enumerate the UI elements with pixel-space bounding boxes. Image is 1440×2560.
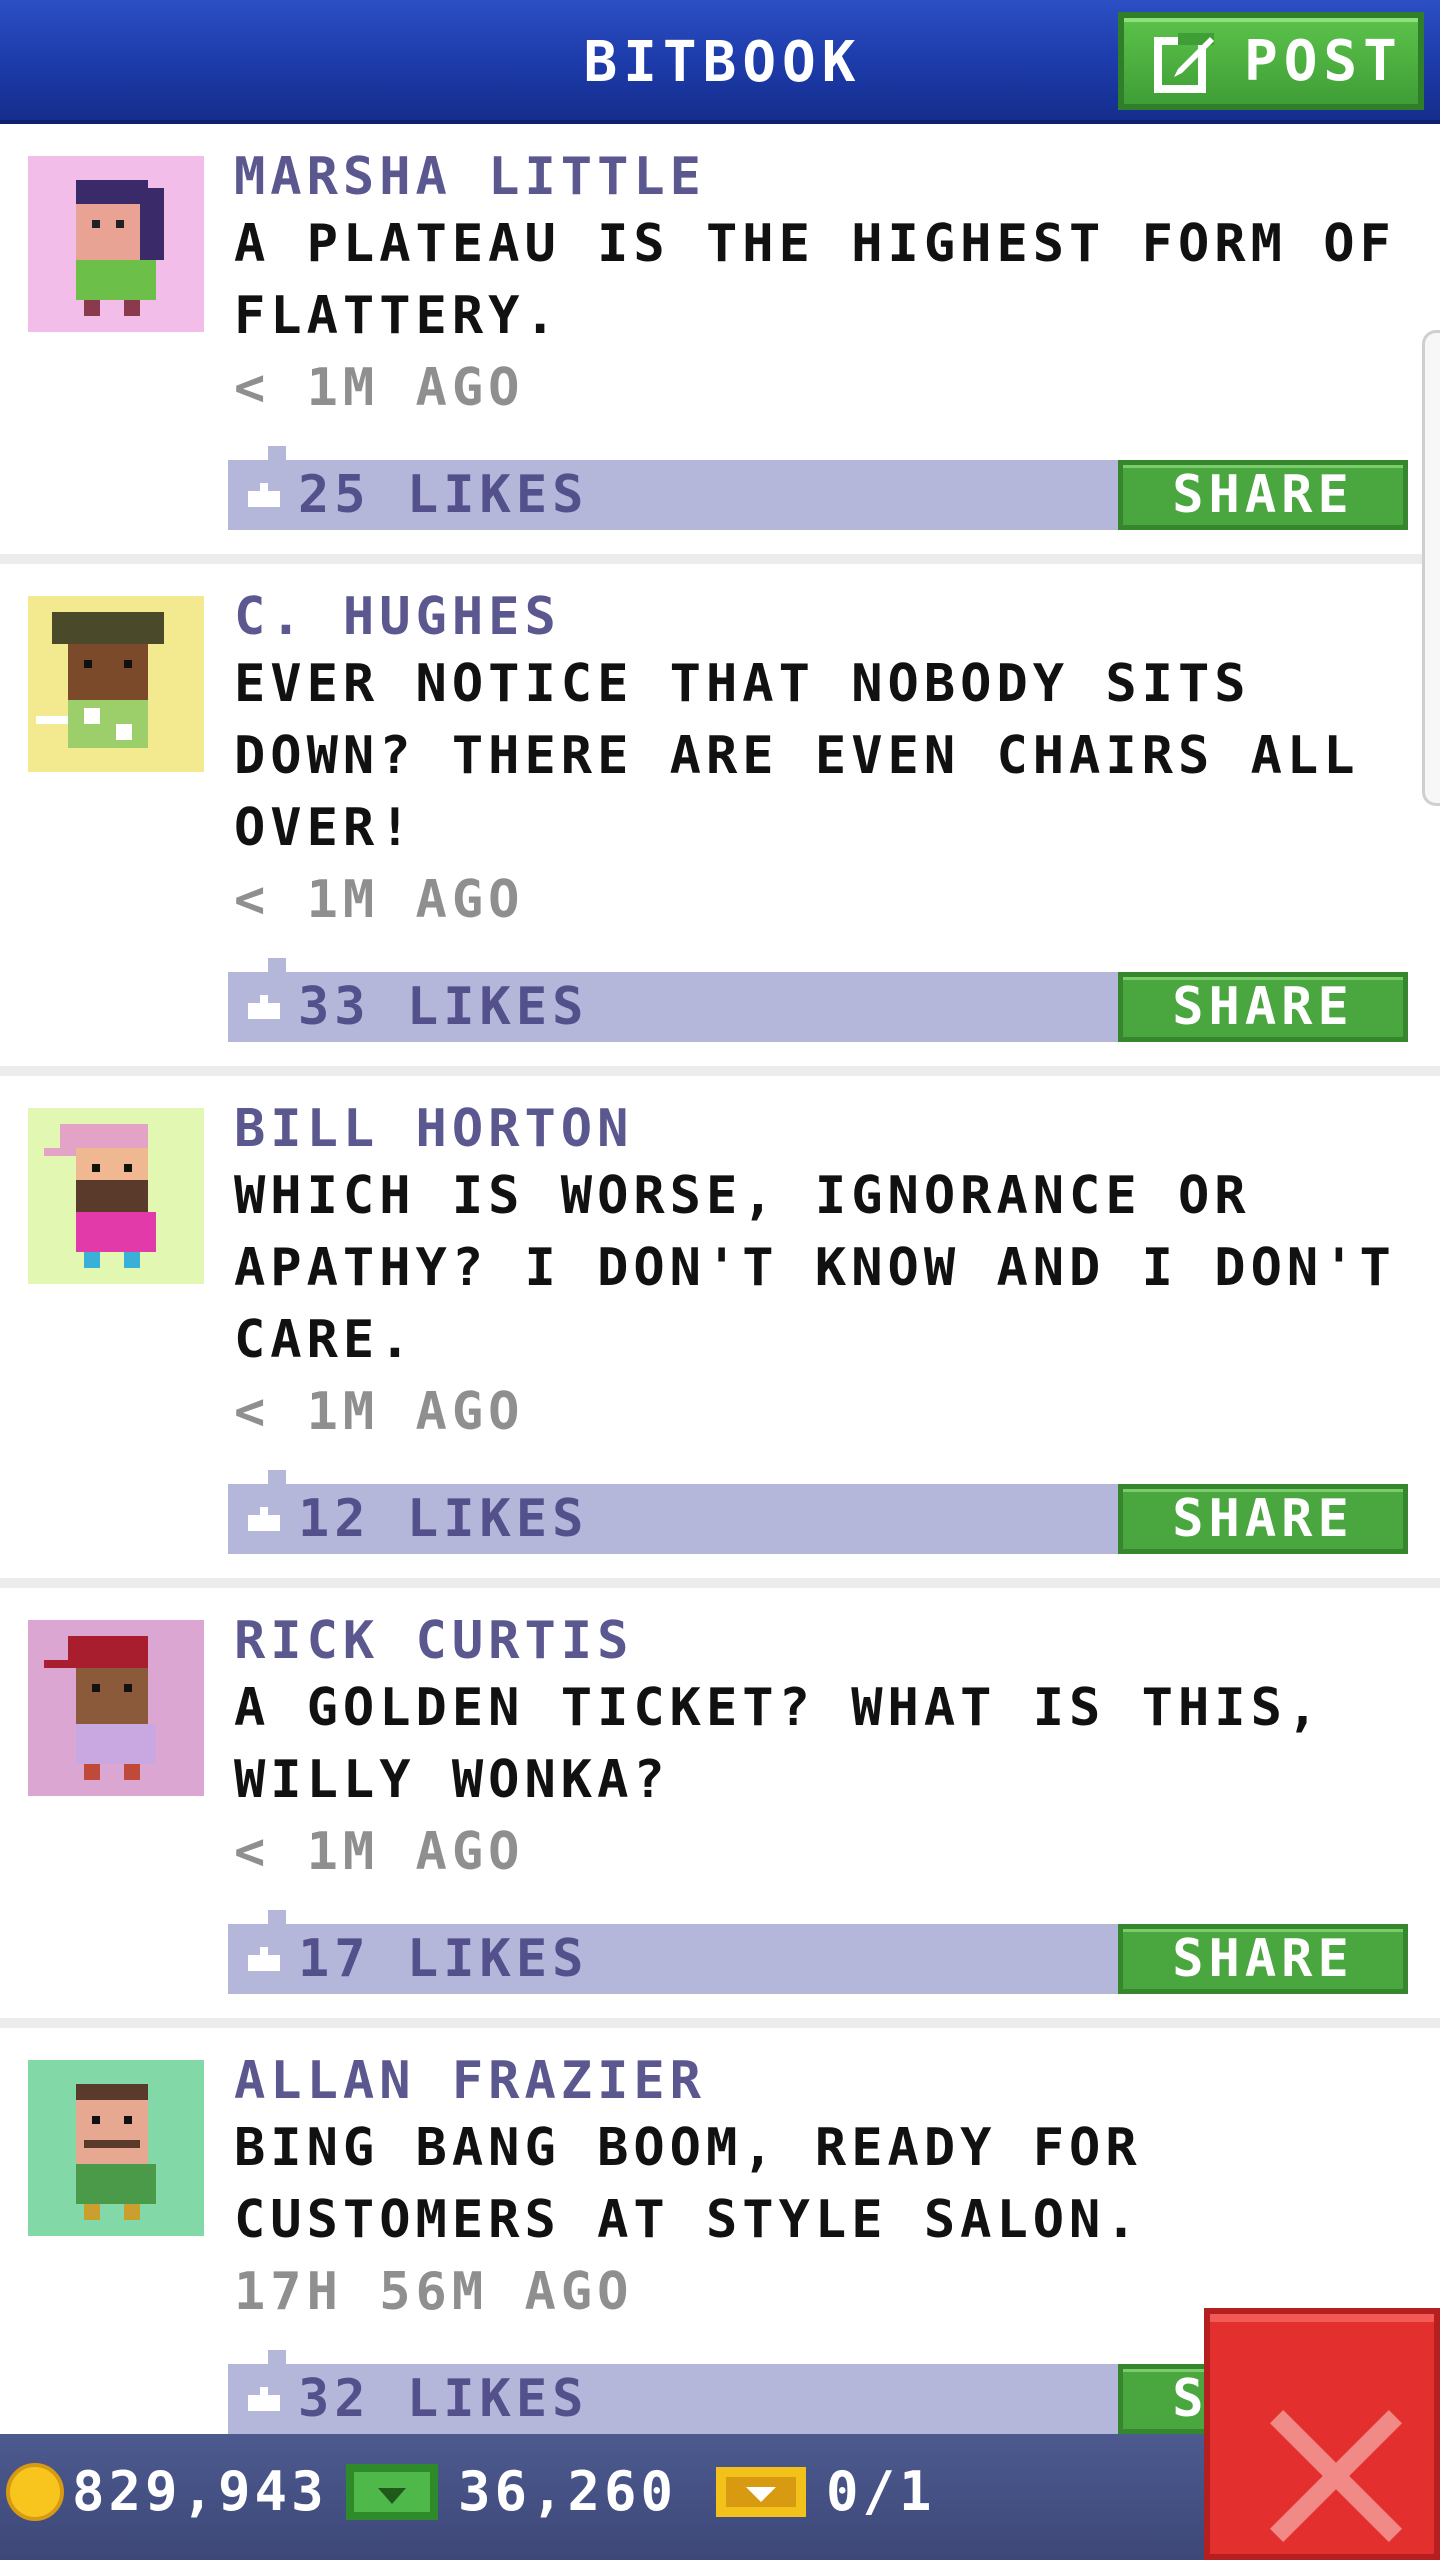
scroll-indicator[interactable] [1422,330,1440,806]
share-button[interactable]: SHARE [1118,1924,1408,1994]
coin-balance[interactable]: 829,943 [6,2460,328,2523]
thumbs-up-icon [248,1507,280,1531]
like-bar: 33 LIKES SHARE [228,958,1408,1042]
post-time: < 1M AGO [234,870,525,930]
like-count[interactable]: 32 LIKES [248,2366,588,2432]
thumbs-up-icon [248,2387,280,2411]
bux-balance-value: 36,260 [458,2460,678,2523]
cash-icon [346,2463,438,2520]
post-author[interactable]: C. HUGHES [234,586,1420,648]
like-count[interactable]: 33 LIKES [248,974,588,1040]
post-time: < 1M AGO [234,1822,525,1882]
avatar-character-icon [76,2084,156,2220]
edit-icon [1154,33,1214,93]
like-bar: 12 LIKES SHARE [228,1470,1408,1554]
post-content: C. HUGHES EVER NOTICE THAT NOBODY SITS D… [234,586,1420,936]
coin-icon [6,2462,64,2521]
avatar[interactable] [28,1108,204,1284]
close-icon [1270,2410,1402,2542]
avatar-character-icon [44,1636,156,1780]
post-content: RICK CURTIS A GOLDEN TICKET? WHAT IS THI… [234,1610,1420,1888]
avatar-character-icon [44,1124,156,1268]
post-time: < 1M AGO [234,1382,525,1442]
post-message: EVER NOTICE THAT NOBODY SITS DOWN? THERE… [234,654,1360,858]
feed-post: MARSHA LITTLE A PLATEAU IS THE HIGHEST F… [0,124,1440,564]
like-count-label: 33 LIKES [298,977,589,1037]
ticket-count[interactable]: 0/1 [716,2460,936,2523]
like-count-label: 25 LIKES [298,465,589,525]
like-bar: 17 LIKES SHARE [228,1910,1408,1994]
feed-post: RICK CURTIS A GOLDEN TICKET? WHAT IS THI… [0,1588,1440,2028]
avatar[interactable] [28,2060,204,2236]
post-message: A GOLDEN TICKET? WHAT IS THIS, WILLY WON… [234,1678,1324,1810]
avatar[interactable] [28,596,204,772]
post-message: A PLATEAU IS THE HIGHEST FORM OF FLATTER… [234,214,1396,346]
bux-balance[interactable]: 36,260 [346,2460,677,2523]
coin-balance-value: 829,943 [72,2460,328,2523]
post-author[interactable]: MARSHA LITTLE [234,146,1420,208]
feed-post: BILL HORTON WHICH IS WORSE, IGNORANCE OR… [0,1076,1440,1588]
share-button[interactable]: SHARE [1118,972,1408,1042]
post-author[interactable]: RICK CURTIS [234,1610,1420,1672]
post-content: MARSHA LITTLE A PLATEAU IS THE HIGHEST F… [234,146,1420,424]
post-author[interactable]: ALLAN FRAZIER [234,2050,1420,2112]
thumbs-up-icon [248,483,280,507]
like-count[interactable]: 25 LIKES [248,462,588,528]
avatar-character-icon [36,612,164,748]
like-count-label: 12 LIKES [298,1489,589,1549]
post-message: BING BANG BOOM, READY FOR CUSTOMERS AT S… [234,2118,1142,2250]
like-count[interactable]: 17 LIKES [248,1926,588,1992]
avatar-character-icon [76,180,164,316]
like-count-label: 32 LIKES [298,2369,589,2429]
close-button[interactable] [1204,2308,1440,2560]
post-time: < 1M AGO [234,358,525,418]
golden-ticket-icon [716,2466,806,2517]
thumbs-up-icon [248,995,280,1019]
share-button[interactable]: SHARE [1118,1484,1408,1554]
post-button[interactable]: POST [1118,12,1424,110]
post-author[interactable]: BILL HORTON [234,1098,1420,1160]
thumbs-up-icon [248,1947,280,1971]
like-bar: 25 LIKES SHARE [228,446,1408,530]
like-count-label: 17 LIKES [298,1929,589,1989]
feed-post: C. HUGHES EVER NOTICE THAT NOBODY SITS D… [0,564,1440,1076]
share-button[interactable]: SHARE [1118,460,1408,530]
post-button-label: POST [1244,28,1403,94]
app-header: BITBOOK POST [0,0,1440,124]
post-message: WHICH IS WORSE, IGNORANCE OR APATHY? I D… [234,1166,1396,1370]
avatar[interactable] [28,1620,204,1796]
ticket-count-value: 0/1 [826,2460,936,2523]
like-count[interactable]: 12 LIKES [248,1486,588,1552]
feed-list[interactable]: MARSHA LITTLE A PLATEAU IS THE HIGHEST F… [0,124,1440,2434]
post-content: BILL HORTON WHICH IS WORSE, IGNORANCE OR… [234,1098,1420,1448]
post-content: ALLAN FRAZIER BING BANG BOOM, READY FOR … [234,2050,1420,2328]
avatar[interactable] [28,156,204,332]
